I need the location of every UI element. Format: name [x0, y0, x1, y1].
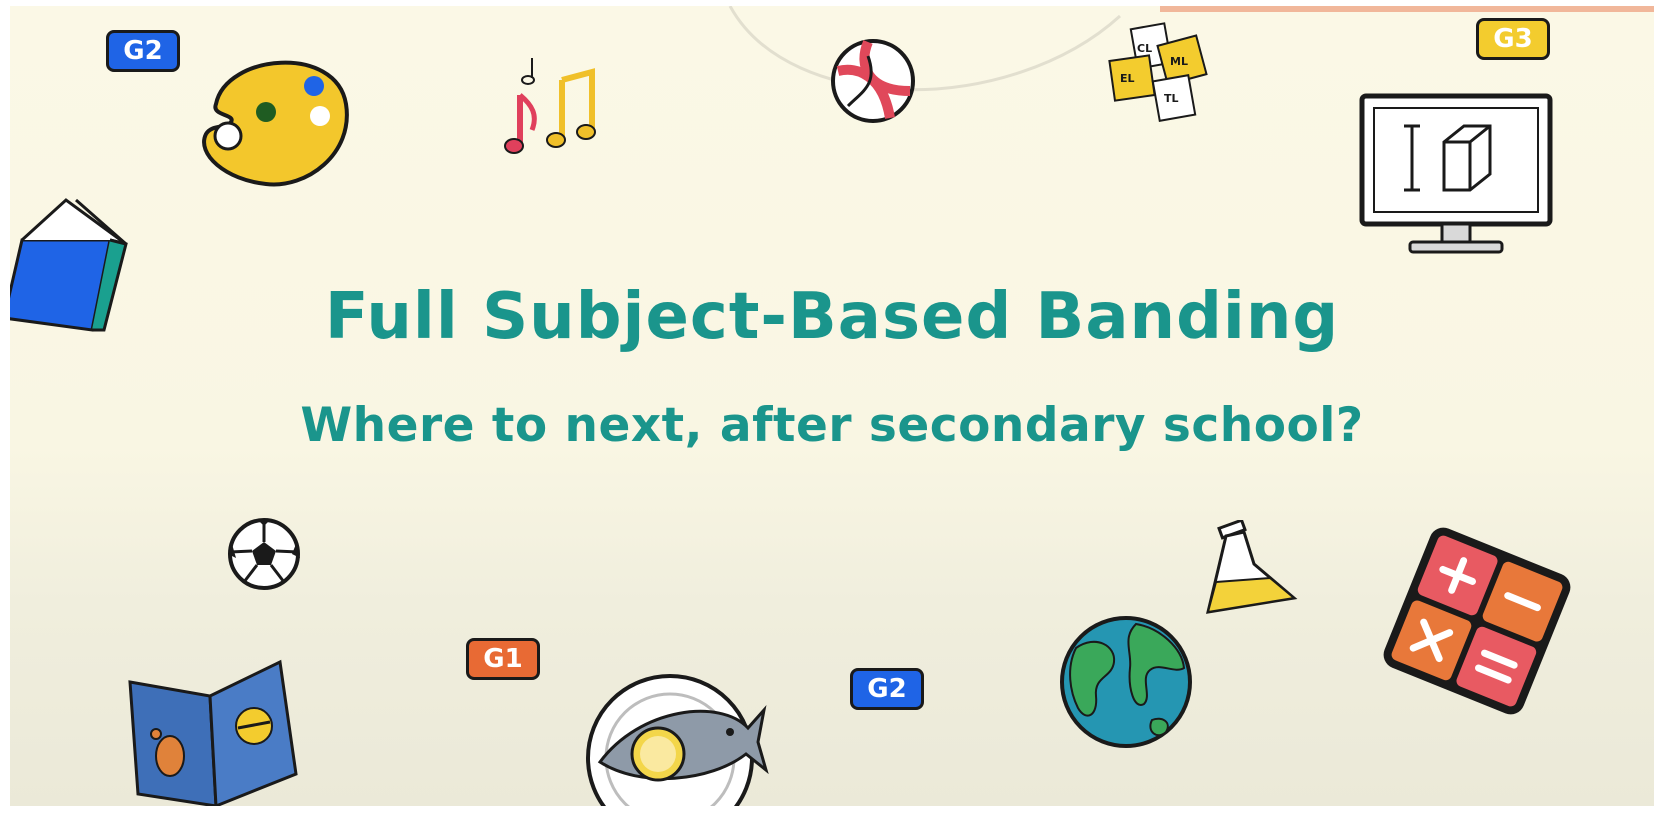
music-notes-icon [504, 58, 596, 154]
page-subtitle: Where to next, after secondary school? [300, 398, 1364, 453]
open-storybook-icon [128, 659, 298, 806]
grade-badge-g3: G3 [1476, 18, 1550, 60]
page-title: Full Subject-Based Banding [324, 280, 1340, 354]
soccer-ball-icon [228, 518, 300, 590]
palette-icon [202, 60, 349, 187]
globe-icon [1060, 616, 1192, 748]
slide-canvas: G2 G3 G1 G2 CL ML EL TL Full Subject-Bas… [10, 6, 1654, 806]
swoosh-line-decoration [728, 6, 1122, 92]
grade-badge-g2-top: G2 [106, 30, 180, 72]
fish-plate-icon [586, 674, 769, 806]
conical-flask-icon [1206, 520, 1298, 614]
language-card-ml: ML [1170, 55, 1188, 68]
calculator-icon [1383, 527, 1571, 715]
volleyball-icon [831, 39, 915, 123]
language-card-tl: TL [1164, 92, 1179, 105]
top-corner-strip [1160, 6, 1654, 12]
language-card-el: EL [1120, 72, 1135, 85]
grade-badge-g2-bottom: G2 [850, 668, 924, 710]
grade-badge-g1: G1 [466, 638, 540, 680]
language-cards-icon: CL ML EL TL [1108, 22, 1208, 122]
language-card-cl: CL [1137, 42, 1152, 55]
computer-3d-cube-icon [1359, 93, 1553, 254]
